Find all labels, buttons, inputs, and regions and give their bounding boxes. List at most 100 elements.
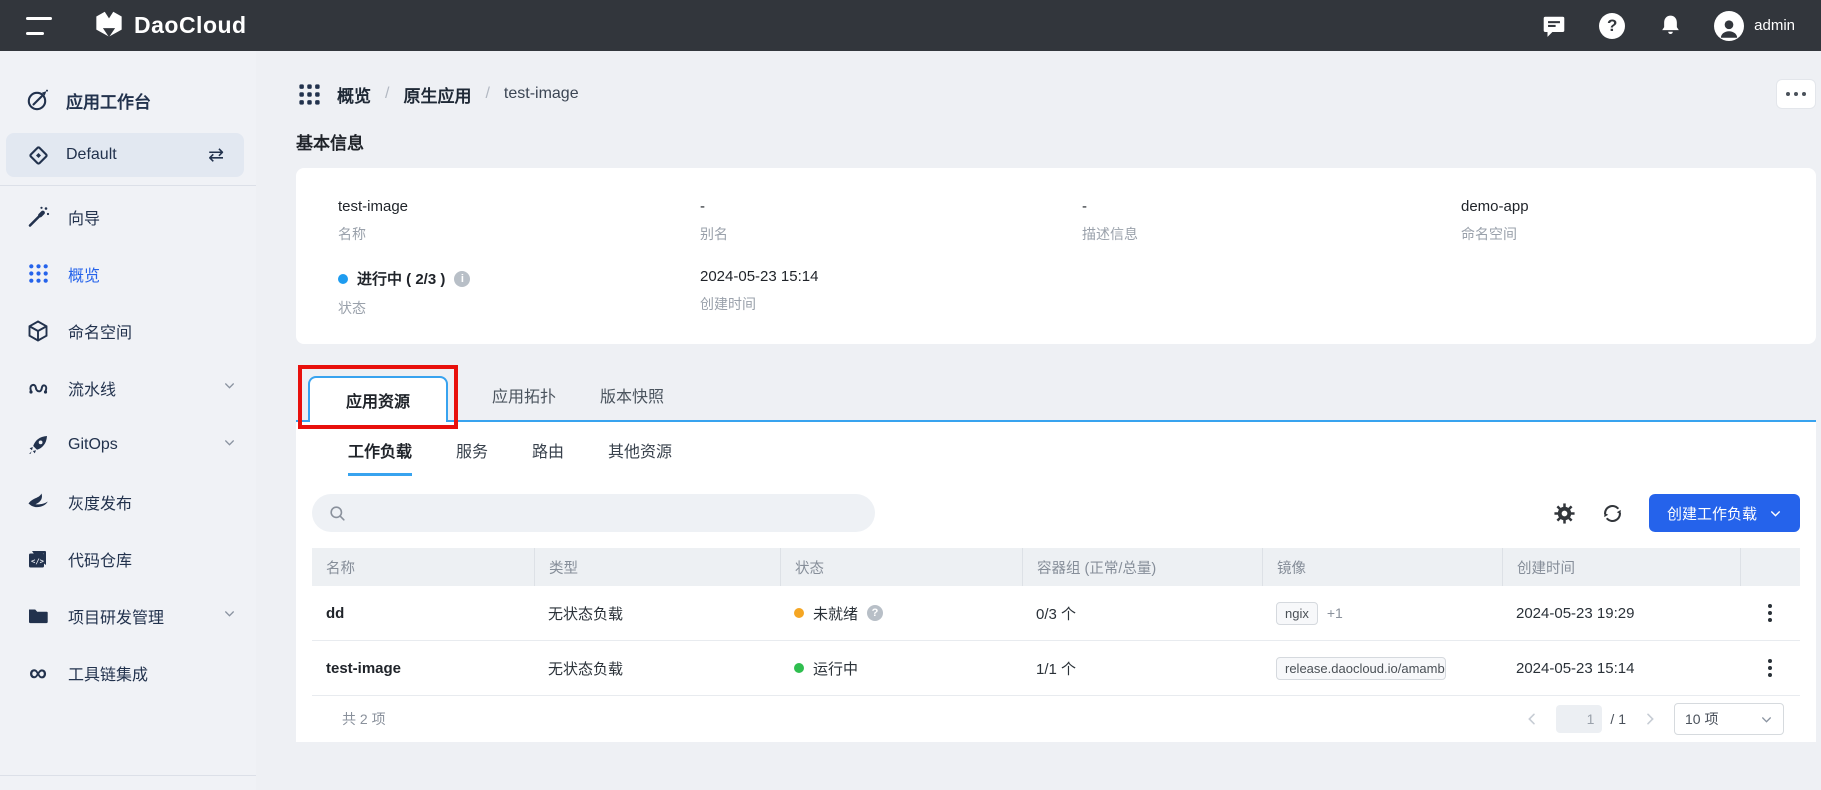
help-icon[interactable]: ? (1598, 12, 1626, 40)
next-page-icon[interactable] (1642, 711, 1658, 727)
subtab-other-resources[interactable]: 其他资源 (608, 438, 672, 476)
sidebar-item-workbench[interactable]: 应用工作台 (0, 77, 256, 123)
subtab-workloads[interactable]: 工作负载 (348, 438, 412, 476)
workspace-name: Default (66, 146, 192, 164)
col-name: 名称 (312, 548, 534, 586)
compass-pen-icon (26, 88, 50, 112)
app-grid-icon (296, 81, 323, 108)
workspace-diamond-icon (26, 143, 50, 167)
resource-subtabs: 工作负载 服务 路由 其他资源 (296, 422, 1816, 476)
field-value: demo-app (1461, 198, 1774, 215)
image-chip[interactable]: ngix (1276, 602, 1318, 625)
breadcrumb-overview[interactable]: 概览 (337, 82, 371, 107)
col-created: 创建时间 (1502, 548, 1740, 586)
breadcrumb-native-apps[interactable]: 原生应用 (403, 82, 471, 107)
image-extra-count[interactable]: +1 (1327, 605, 1343, 621)
row-actions-kebab-icon[interactable] (1740, 604, 1800, 622)
chat-icon[interactable] (1540, 12, 1568, 40)
status-help-icon[interactable]: ? (867, 605, 883, 621)
table-row: test-image 无状态负载 运行中 1/1 个 release.daocl… (312, 641, 1800, 696)
workload-status: 运行中 (813, 658, 858, 679)
table-row: dd 无状态负载 未就绪 ? 0/3 个 ngix +1 2024-05-23 … (312, 586, 1800, 641)
topbar: DaoCloud ? admin (0, 0, 1821, 51)
resources-panel: 工作负载 服务 路由 其他资源 (296, 422, 1816, 742)
prev-page-icon[interactable] (1524, 711, 1540, 727)
brand-logo: DaoCloud (94, 8, 247, 43)
sidebar-item-label: 流水线 (68, 376, 205, 400)
app-tabs: 应用资源 应用拓扑 版本快照 (296, 370, 1816, 422)
sidebar-item-toolchain[interactable]: ∞ 工具链集成 (0, 644, 256, 701)
col-status: 状态 (780, 548, 1022, 586)
sidebar-item-wizard[interactable]: 向导 (0, 188, 256, 245)
field-description: - 描述信息 (1082, 198, 1461, 244)
workload-name[interactable]: test-image (312, 660, 534, 677)
notification-bell-icon[interactable] (1656, 12, 1684, 40)
image-chip[interactable]: release.daocloud.io/amamb... (1276, 657, 1446, 680)
status-dot-running (794, 663, 804, 673)
workload-pods: 0/3 个 (1022, 603, 1262, 624)
field-label: 名称 (338, 224, 700, 244)
field-value: 2024-05-23 15:14 (700, 268, 1082, 285)
table-footer: 共 2 项 / 1 10 项 (312, 696, 1800, 742)
sidebar-item-gray-release[interactable]: 灰度发布 (0, 473, 256, 530)
subtab-routes[interactable]: 路由 (532, 438, 564, 476)
sidebar-item-label: 概览 (68, 262, 236, 286)
workloads-toolbar: 创建工作负载 (296, 476, 1816, 548)
code-repository-icon: </> (26, 547, 50, 571)
search-input[interactable] (355, 505, 859, 522)
chevron-down-icon (223, 379, 236, 397)
workload-type: 无状态负载 (534, 603, 780, 624)
sidebar-item-label: GitOps (68, 436, 205, 454)
page-number-input[interactable] (1556, 705, 1602, 733)
workbench-label: 应用工作台 (66, 88, 151, 113)
workload-name[interactable]: dd (312, 605, 534, 622)
username: admin (1754, 17, 1795, 34)
chevron-down-icon (1760, 713, 1773, 726)
status-dot-notready (794, 608, 804, 618)
field-value: test-image (338, 198, 700, 215)
field-alias: - 别名 (700, 198, 1082, 244)
field-value: - (1082, 198, 1461, 215)
col-actions (1740, 548, 1800, 586)
basic-info-title: 基本信息 (296, 129, 1816, 154)
tab-app-resources[interactable]: 应用资源 (308, 376, 448, 422)
breadcrumb-separator: / (485, 85, 489, 103)
tab-version-snapshot[interactable]: 版本快照 (600, 383, 664, 407)
user-menu[interactable]: admin (1714, 11, 1795, 41)
workload-type: 无状态负载 (534, 658, 780, 679)
more-actions-button[interactable] (1776, 79, 1816, 109)
search-box[interactable] (312, 494, 875, 532)
sidebar-item-gitops[interactable]: GitOps (0, 416, 256, 473)
sidebar-item-namespace[interactable]: 命名空间 (0, 302, 256, 359)
rocket-icon (26, 433, 50, 457)
switch-workspace-icon[interactable]: ⇄ (208, 144, 224, 167)
sidebar-item-label: 向导 (68, 205, 236, 229)
field-label: 状态 (338, 298, 700, 318)
info-icon[interactable]: i (454, 271, 470, 287)
row-actions-kebab-icon[interactable] (1740, 659, 1800, 677)
field-status: 进行中 ( 2/3 ) i 状态 (338, 268, 700, 318)
col-image: 镜像 (1262, 548, 1502, 586)
breadcrumb-separator: / (385, 85, 389, 103)
sidebar-item-code-repo[interactable]: </> 代码仓库 (0, 530, 256, 587)
sidebar-item-overview[interactable]: 概览 (0, 245, 256, 302)
folder-icon (26, 604, 50, 628)
chevron-down-icon (223, 607, 236, 625)
main-content: 概览 / 原生应用 / test-image 基本信息 test-image 名… (256, 51, 1821, 790)
bird-icon (26, 490, 50, 514)
subtab-services[interactable]: 服务 (456, 438, 488, 476)
settings-gear-icon[interactable] (1553, 501, 1577, 525)
sidebar-item-project-mgmt[interactable]: 项目研发管理 (0, 587, 256, 644)
tab-app-topology[interactable]: 应用拓扑 (492, 383, 556, 407)
create-workload-label: 创建工作负载 (1667, 503, 1757, 524)
workspace-selector[interactable]: Default ⇄ (6, 133, 244, 177)
menu-toggle-icon[interactable] (26, 17, 52, 35)
create-workload-button[interactable]: 创建工作负载 (1649, 494, 1800, 532)
page-size-select[interactable]: 10 项 (1674, 703, 1784, 735)
total-count: 共 2 项 (342, 709, 386, 729)
breadcrumb-current: test-image (504, 85, 579, 103)
field-label: 创建时间 (700, 294, 1082, 314)
sidebar-item-pipeline[interactable]: 流水线 (0, 359, 256, 416)
sidebar-divider (0, 185, 256, 186)
refresh-icon[interactable] (1601, 501, 1625, 525)
